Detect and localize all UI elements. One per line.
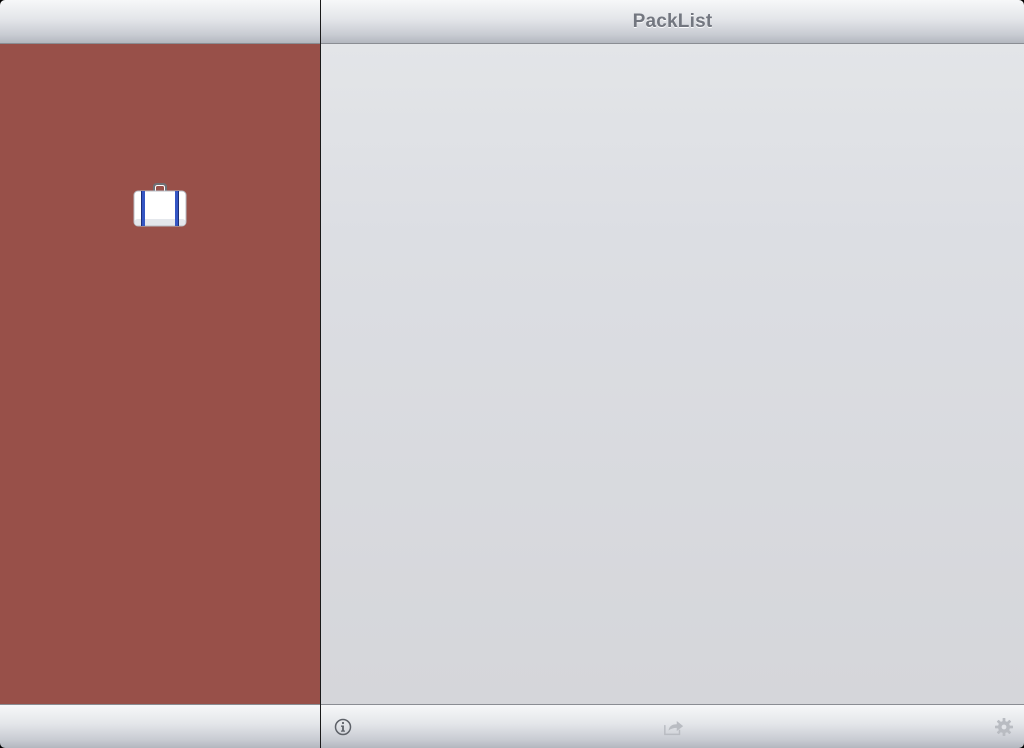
detail-content [321, 44, 1024, 704]
gear-icon [995, 717, 1013, 736]
share-icon [663, 720, 683, 735]
page-title: PackList [632, 10, 713, 32]
app-window: PackList [0, 0, 1024, 748]
detail-navigation-bar: PackList [321, 0, 1024, 44]
master-toolbar [0, 704, 320, 748]
share-button[interactable] [663, 716, 685, 738]
detail-toolbar [321, 704, 1024, 748]
suitcase-icon [133, 181, 187, 227]
master-content [0, 44, 320, 704]
master-pane [0, 0, 321, 748]
info-icon [334, 718, 352, 735]
settings-button[interactable] [993, 716, 1015, 738]
info-button[interactable] [332, 716, 354, 738]
detail-pane: PackList [321, 0, 1024, 748]
master-navigation-bar [0, 0, 320, 44]
